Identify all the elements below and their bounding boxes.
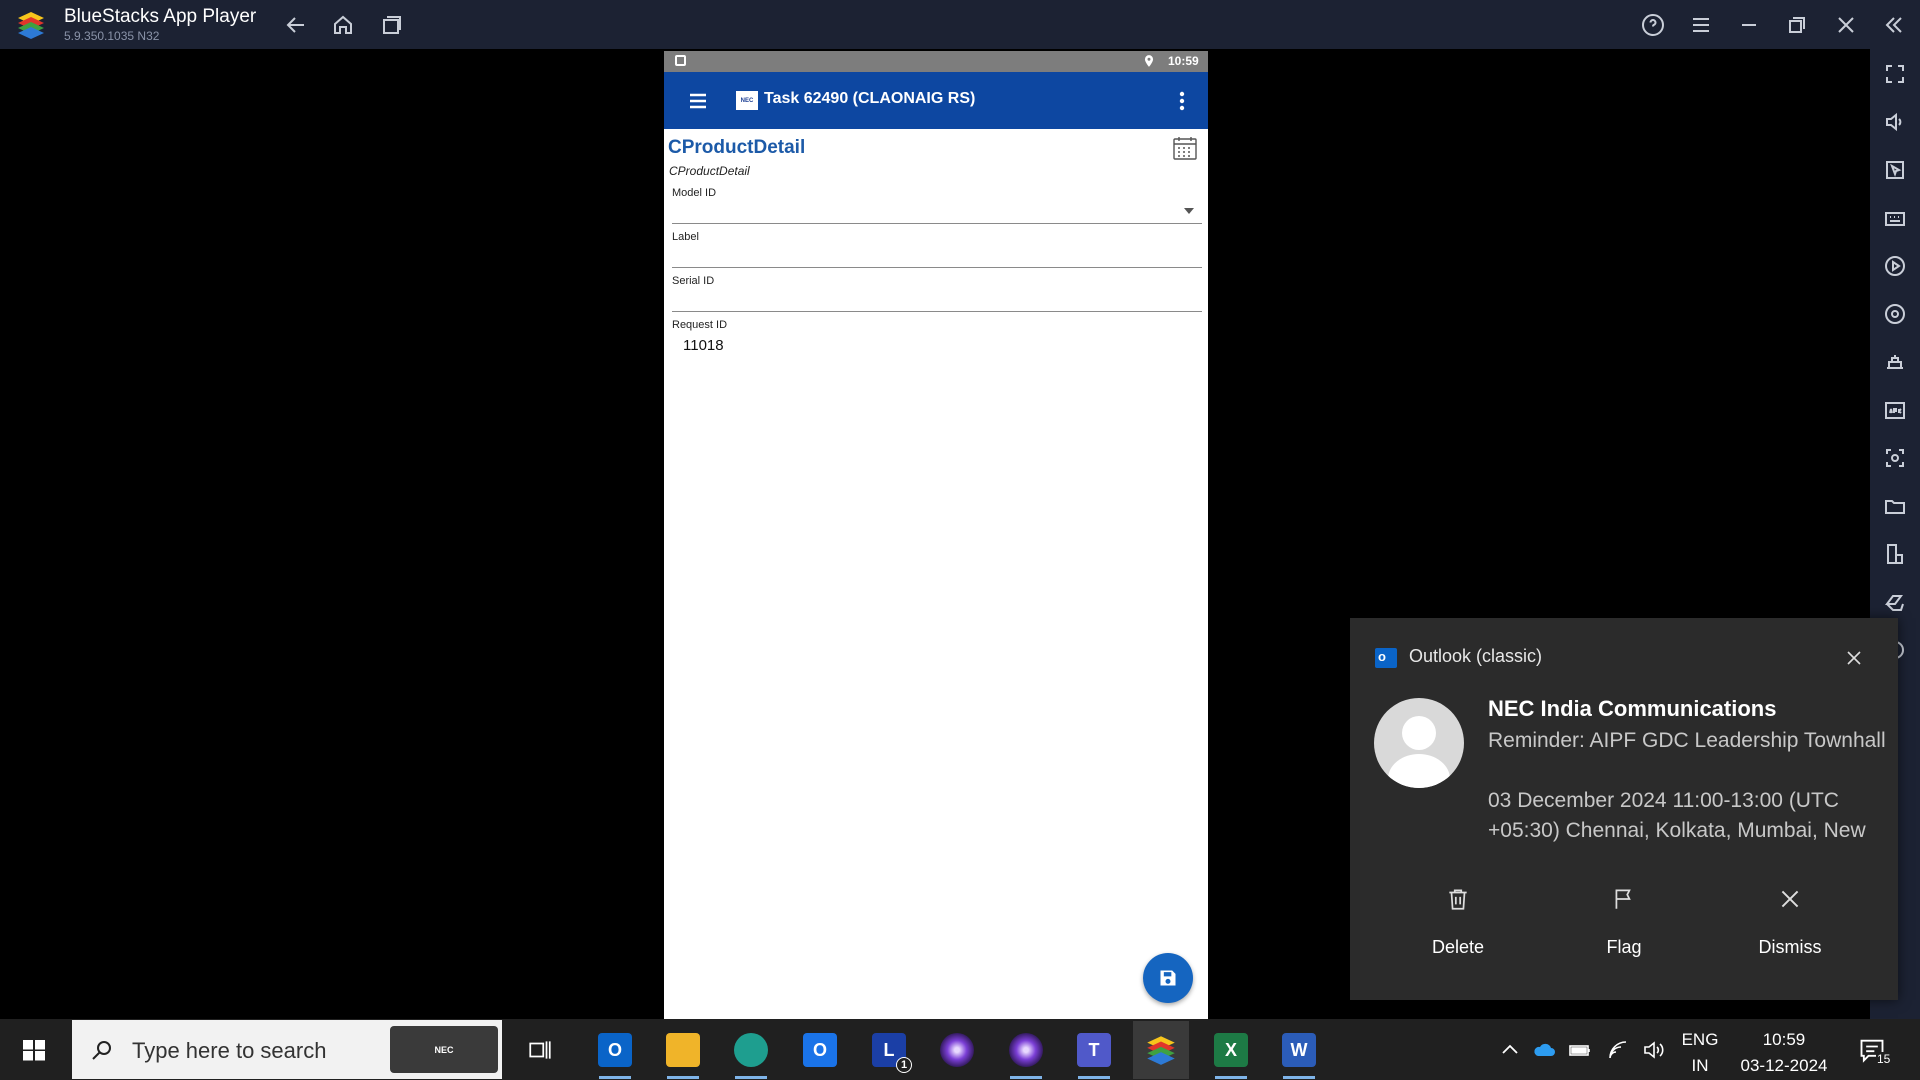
android-screen: 10:59 NEC Task 62490 (CLAONAIG RS) CProd… <box>664 51 1208 1019</box>
field-underline <box>672 223 1202 224</box>
field-underline <box>672 267 1202 268</box>
field-underline <box>672 311 1202 312</box>
notification-source: Outlook (classic) <box>1409 646 1543 666</box>
eco-mode-icon[interactable] <box>1883 590 1907 614</box>
form-title: CProductDetail <box>668 137 806 158</box>
language-indicator[interactable]: ENG IN <box>1680 1027 1720 1079</box>
excel-icon[interactable]: X <box>1211 1030 1251 1079</box>
multi-instance-icon[interactable] <box>1883 542 1907 566</box>
android-app-bar: NEC Task 62490 (CLAONAIG RS) <box>664 72 1208 129</box>
minimize-icon[interactable] <box>1734 10 1764 40</box>
notification-count-badge: 15 <box>1876 1052 1892 1066</box>
screenshot-icon[interactable] <box>1883 446 1907 470</box>
language-code: ENG <box>1681 1030 1719 1049</box>
windows-taskbar: Type here to search NEC O O L1 T X W ENG… <box>0 1019 1920 1080</box>
game-controls-icon[interactable] <box>1883 350 1907 374</box>
rotate-icon[interactable] <box>1883 302 1907 326</box>
close-notification-icon[interactable] <box>1844 648 1864 668</box>
keyboard-icon[interactable] <box>1883 206 1907 230</box>
label-label: Label <box>672 231 699 243</box>
dismiss-icon <box>1781 890 1799 908</box>
calendar-icon[interactable] <box>1172 135 1198 161</box>
app-version: 5.9.350.1035 N32 <box>64 29 160 43</box>
taskbar-clock[interactable]: 10:59 03-12-2024 <box>1734 1027 1834 1079</box>
launcher-badge: 1 <box>896 1057 912 1073</box>
flag-label: Flag <box>1606 937 1642 957</box>
serial-id-label: Serial ID <box>672 275 715 287</box>
spiral-app-2-icon[interactable] <box>1006 1030 1046 1079</box>
android-status-bar: 10:59 <box>664 51 1208 72</box>
apk-install-icon[interactable] <box>1883 398 1907 422</box>
clock-time: 10:59 <box>1762 1030 1806 1049</box>
spiral-app-icon[interactable] <box>937 1030 977 1070</box>
flag-button[interactable]: Flag <box>1564 886 1684 958</box>
overflow-menu-icon[interactable] <box>1170 89 1194 113</box>
location-icon <box>1142 54 1156 68</box>
fullscreen-icon[interactable] <box>1883 62 1907 86</box>
nec-logo: NEC <box>736 91 758 110</box>
battery-icon[interactable] <box>1568 1038 1592 1062</box>
volume-icon[interactable] <box>1883 110 1907 134</box>
bluestacks-taskbar-icon[interactable] <box>1133 1021 1189 1079</box>
search-placeholder: Type here to search <box>132 1038 327 1063</box>
dismiss-label: Dismiss <box>1758 937 1822 957</box>
file-explorer-icon[interactable] <box>663 1030 703 1079</box>
notification-message: Reminder: AIPF GDC Leadership Townhall <box>1488 729 1886 752</box>
form-subtitle: CProductDetail <box>669 164 750 178</box>
onedrive-icon[interactable] <box>1532 1038 1556 1062</box>
speaker-icon[interactable] <box>1642 1038 1666 1062</box>
delete-button[interactable]: Delete <box>1398 886 1518 958</box>
delete-label: Delete <box>1431 937 1485 957</box>
restore-icon[interactable] <box>1782 10 1812 40</box>
edge-browser-icon[interactable] <box>731 1030 771 1079</box>
outlook-icon <box>1375 648 1397 668</box>
launcher-app-icon[interactable]: L1 <box>869 1030 912 1073</box>
taskbar-search-box[interactable]: Type here to search NEC <box>72 1020 502 1079</box>
outlook-notification[interactable]: Outlook (classic) NEC India Communicatio… <box>1350 618 1898 1000</box>
model-id-label: Model ID <box>672 187 717 199</box>
notification-indicator-icon <box>675 55 686 66</box>
bluestacks-logo-icon <box>14 8 48 42</box>
trash-icon <box>1449 889 1467 910</box>
region-code: IN <box>1691 1056 1709 1075</box>
teams-icon[interactable]: T <box>1074 1030 1114 1079</box>
hamburger-menu-icon[interactable] <box>686 89 710 113</box>
chevron-up-icon[interactable] <box>1498 1038 1522 1062</box>
task-view-icon[interactable] <box>520 1030 560 1070</box>
pointer-icon[interactable] <box>1883 158 1907 182</box>
notification-sender: NEC India Communications <box>1488 696 1777 721</box>
flag-icon <box>1615 889 1631 909</box>
save-icon <box>1160 970 1176 986</box>
collapse-sidebar-icon[interactable] <box>1879 10 1909 40</box>
dropdown-arrow-icon[interactable] <box>1184 208 1194 214</box>
macro-icon[interactable] <box>1883 254 1907 278</box>
home-icon[interactable] <box>328 10 358 40</box>
search-highlight-banner[interactable]: NEC <box>390 1026 498 1073</box>
search-icon <box>90 1038 114 1062</box>
outlook-mail-taskbar-icon[interactable]: O <box>595 1030 635 1079</box>
windows-start-icon[interactable] <box>22 1038 46 1062</box>
wifi-icon[interactable] <box>1606 1038 1630 1062</box>
back-arrow-icon[interactable] <box>281 10 311 40</box>
bluestacks-titlebar: BlueStacks App Player 5.9.350.1035 N32 <box>0 0 1920 49</box>
dismiss-button[interactable]: Dismiss <box>1730 886 1850 958</box>
clock-date: 03-12-2024 <box>1740 1056 1828 1075</box>
app-title: BlueStacks App Player <box>64 6 257 27</box>
request-id-label: Request ID <box>672 319 728 331</box>
save-button[interactable] <box>1143 953 1193 1003</box>
status-time: 10:59 <box>1168 54 1199 68</box>
outlook-new-icon[interactable]: O <box>800 1030 840 1070</box>
task-title: Task 62490 (CLAONAIG RS) <box>764 90 976 107</box>
help-icon[interactable] <box>1638 10 1668 40</box>
recent-apps-icon[interactable] <box>377 10 407 40</box>
avatar <box>1374 698 1464 788</box>
close-window-icon[interactable] <box>1831 10 1861 40</box>
menu-icon[interactable] <box>1686 10 1716 40</box>
notification-detail: 03 December 2024 11:00-13:00 (UTC +05:30… <box>1488 789 1866 842</box>
folder-icon[interactable] <box>1883 494 1907 518</box>
word-icon[interactable]: W <box>1279 1030 1319 1079</box>
request-id-value: 11018 <box>683 337 724 354</box>
